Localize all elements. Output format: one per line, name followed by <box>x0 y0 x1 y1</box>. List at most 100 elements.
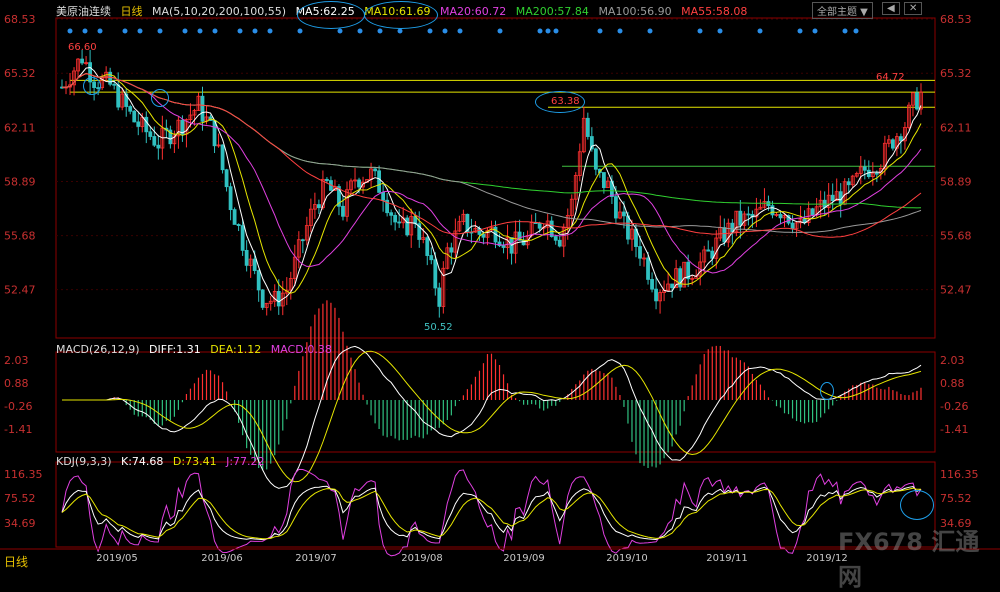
candle-body <box>433 259 438 289</box>
event-dot <box>237 28 243 34</box>
candle-body <box>770 205 775 216</box>
event-dot <box>82 28 88 34</box>
highlight-circle <box>820 382 834 400</box>
candle-body <box>212 120 217 147</box>
event-dot <box>357 28 363 34</box>
candle-body <box>585 117 590 137</box>
event-dot <box>553 28 559 34</box>
candle-body <box>325 178 329 181</box>
x-tick-label: 2019/08 <box>401 553 443 564</box>
candle-body <box>405 217 410 236</box>
ma200-line <box>61 72 922 209</box>
candle-body <box>276 290 281 307</box>
x-tick-label: 2019/07 <box>295 553 337 564</box>
candle-body <box>890 139 895 149</box>
candle-body <box>260 289 265 308</box>
candle-body <box>830 194 835 202</box>
candle-body <box>626 215 630 240</box>
theme-dropdown[interactable]: 全部主题 ▼ <box>812 2 873 19</box>
y-tick-label-left: 55.68 <box>4 230 36 243</box>
kdj-tick-left: 75.52 <box>4 492 36 505</box>
candle-body <box>144 116 149 133</box>
y-tick-label-right: 65.32 <box>940 67 972 80</box>
candle-body <box>128 106 133 112</box>
highlight-circle <box>83 77 101 95</box>
y-tick-label-left: 68.53 <box>4 13 36 26</box>
candle-body <box>136 121 141 127</box>
kdj-panel-frame <box>55 461 936 548</box>
macd-header: MACD(26,12,9) DIFF:1.31 DEA:1.12 MACD:0.… <box>56 343 338 356</box>
candle-body <box>200 95 205 122</box>
candle-body <box>614 196 618 219</box>
price-chart: 68.53 68.53 65.32 65.32 62.11 62.11 58.89 58.89… <box>0 13 1000 564</box>
candle-body <box>790 222 795 230</box>
kdj-tick-left: 116.35 <box>4 468 43 481</box>
y-tick-label-right: 52.47 <box>940 284 972 297</box>
candle-body <box>108 71 113 85</box>
event-dot <box>212 28 218 34</box>
candle-body <box>537 223 542 229</box>
y-tick-label-right: 55.68 <box>940 230 972 243</box>
candle-body <box>232 209 237 225</box>
candle-body <box>381 191 386 201</box>
period-label[interactable]: 日线 <box>121 5 143 18</box>
x-tick-label: 2019/06 <box>201 553 243 564</box>
event-dot <box>267 28 273 34</box>
candle-body <box>650 279 654 290</box>
highlight-circle <box>297 1 365 29</box>
candle-body <box>557 239 562 247</box>
y-tick-label-right: 62.11 <box>940 121 972 134</box>
candle-body <box>316 204 321 209</box>
ma-label: MA(5,10,20,200,100,55) <box>152 5 287 18</box>
event-dot <box>427 28 433 34</box>
event-dot <box>122 28 128 34</box>
x-tick-label: 2019/05 <box>96 553 138 564</box>
candle-body <box>622 211 626 217</box>
event-dot <box>157 28 163 34</box>
candle-body <box>244 249 249 266</box>
event-dot <box>442 28 448 34</box>
candle-body <box>112 83 117 86</box>
highlight-circle <box>364 1 438 29</box>
close-button[interactable]: ✕ <box>904 2 923 15</box>
x-tick-label: 2019/10 <box>606 553 648 564</box>
last-high-annotation: 64.72 <box>876 72 905 83</box>
macd-tick-right: -1.41 <box>940 423 968 436</box>
candle-body <box>373 168 377 172</box>
period-tab[interactable]: 日线 <box>4 553 28 570</box>
candle-body <box>80 58 84 64</box>
event-dot <box>697 28 703 34</box>
candle-body <box>638 246 642 259</box>
x-tick-label: 2019/11 <box>706 553 748 564</box>
event-dot <box>597 28 603 34</box>
candle-body <box>341 205 345 217</box>
candle-body <box>300 239 305 242</box>
ma5-line <box>61 66 922 303</box>
event-dot <box>397 28 403 34</box>
prev-button[interactable]: ◀ <box>882 2 900 15</box>
macd-tick-left: 0.88 <box>4 377 29 390</box>
event-dot <box>182 28 188 34</box>
highlight-circle <box>151 89 169 107</box>
macd-value: MACD:0.38 <box>270 343 332 356</box>
candle-body <box>377 170 382 193</box>
candle-body <box>778 213 783 219</box>
candle-body <box>746 213 751 216</box>
candle-body <box>553 236 558 241</box>
ma100-line <box>61 72 922 233</box>
candle-body <box>116 84 121 108</box>
candle-body <box>429 255 434 261</box>
kdj-header: KDJ(9,3,3) K:74.68 D:73.41 J:77.22 <box>56 455 271 468</box>
ma200-value: MA200:57.84 <box>515 5 589 18</box>
event-dot <box>252 28 258 34</box>
j-value: J:77.22 <box>226 455 265 468</box>
ma100-value: MA100:56.90 <box>598 5 672 18</box>
y-tick-label-left: 65.32 <box>4 67 36 80</box>
diff-value: DIFF:1.31 <box>149 343 201 356</box>
candle-body <box>236 224 241 227</box>
candle-body <box>256 270 261 291</box>
event-dot <box>337 28 343 34</box>
event-dot <box>297 28 303 34</box>
candle-body <box>706 249 711 252</box>
event-dot <box>797 28 803 34</box>
